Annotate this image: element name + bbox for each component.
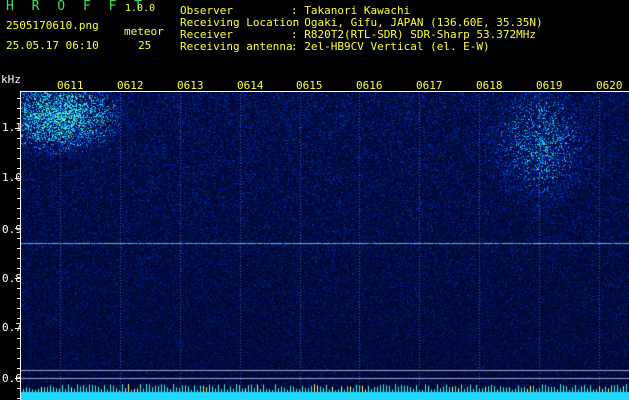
y-tick-mark (17, 238, 20, 239)
y-tick-mark (17, 258, 20, 259)
y-tick-mark (17, 268, 20, 269)
y-tick-mark (17, 298, 20, 299)
y-tick-mark (17, 148, 20, 149)
y-tick-mark (15, 328, 20, 329)
antenna-value: : 2el-HB9CV Vertical (el. E-W) (291, 40, 490, 53)
meteor-count: 25 (138, 39, 152, 52)
y-tick-mark (17, 338, 20, 339)
x-tick-label: 0619 (536, 79, 563, 92)
x-tick-label: 0612 (117, 79, 144, 92)
y-tick-mark (17, 168, 20, 169)
y-tick-mark (17, 348, 20, 349)
file-name: 2505170610.png (6, 19, 99, 32)
y-tick-mark (17, 98, 20, 99)
y-tick-mark (17, 398, 20, 399)
y-tick-mark (17, 218, 20, 219)
y-tick-mark (17, 138, 20, 139)
x-tick-label: 0620 (596, 79, 623, 92)
y-tick-mark (17, 318, 20, 319)
y-tick-mark (17, 108, 20, 109)
mode-label: meteor (124, 25, 164, 38)
y-tick-mark (17, 358, 20, 359)
y-tick-mark (15, 228, 20, 229)
y-tick-mark (17, 308, 20, 309)
y-tick-mark (17, 288, 20, 289)
file-datetime: 25.05.17 06:10 (6, 39, 99, 52)
app-version: 1.0.0 (125, 3, 156, 14)
x-tick-label: 0618 (476, 79, 503, 92)
y-tick-mark (17, 388, 20, 389)
y-tick-mark (17, 368, 20, 369)
y-tick-mark (17, 158, 20, 159)
y-axis-unit: kHz (1, 73, 21, 86)
y-tick-mark (17, 118, 20, 119)
y-tick-mark (17, 208, 20, 209)
x-tick-label: 0616 (356, 79, 383, 92)
x-tick-label: 0614 (237, 79, 264, 92)
y-tick-mark (17, 198, 20, 199)
x-tick-label: 0615 (296, 79, 323, 92)
spectrogram-left-axis (20, 91, 21, 400)
hrofft-window: H R O F F T 1.0.0 2505170610.png 25.05.1… (0, 0, 629, 400)
y-tick-label: 0.6 (2, 372, 22, 385)
y-tick-mark (17, 188, 20, 189)
y-tick-mark (17, 248, 20, 249)
y-tick-mark (15, 128, 20, 129)
spectrogram-canvas (20, 91, 629, 400)
y-tick-mark (15, 178, 20, 179)
y-tick-label: 0.9 (2, 223, 22, 236)
y-tick-label: 0.8 (2, 272, 22, 285)
x-tick-label: 0611 (57, 79, 84, 92)
x-tick-label: 0617 (416, 79, 443, 92)
antenna-label: Receiving antenna (180, 40, 293, 53)
x-tick-label: 0613 (177, 79, 204, 92)
y-tick-mark (15, 278, 20, 279)
y-tick-mark (15, 378, 20, 379)
